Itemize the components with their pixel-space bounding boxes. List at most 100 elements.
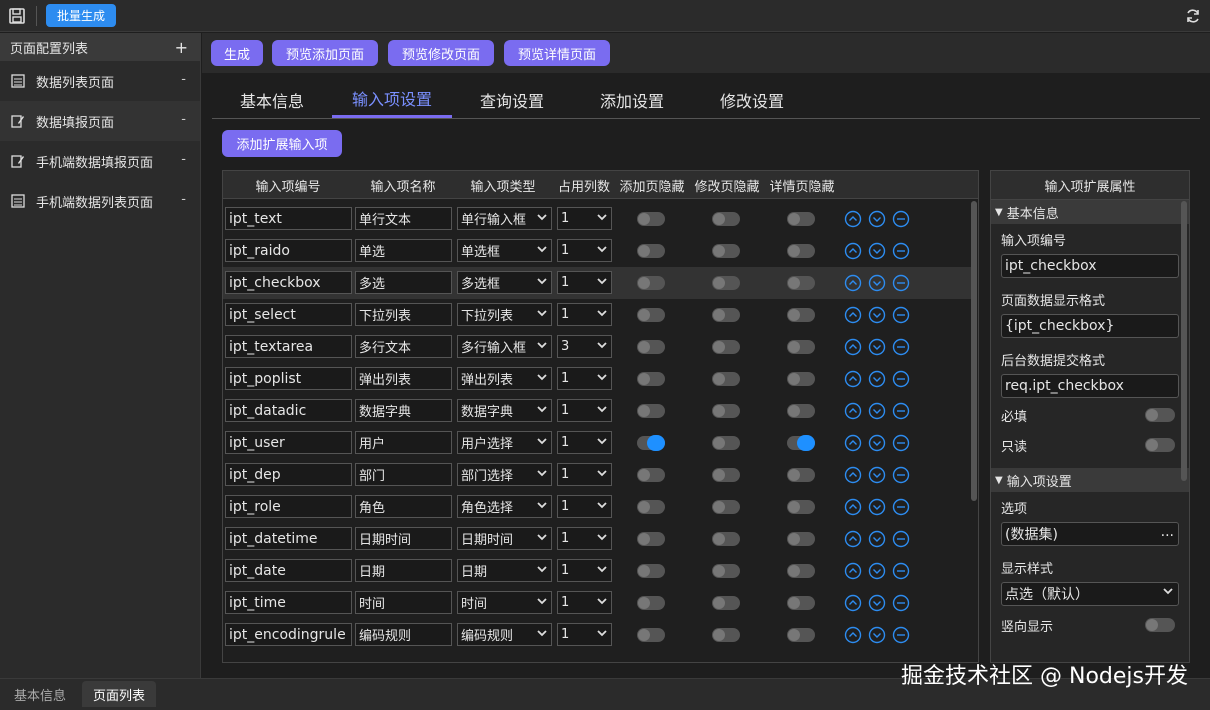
input-code-field[interactable]: ipt_text: [225, 207, 352, 230]
display-style-select[interactable]: 点选（默认）: [1001, 582, 1179, 606]
column-span-select[interactable]: 1: [557, 239, 612, 262]
move-up-icon[interactable]: [844, 338, 862, 356]
move-down-icon[interactable]: [868, 562, 886, 580]
hide-on-detail-toggle[interactable]: [787, 276, 815, 290]
hide-on-edit-toggle[interactable]: [712, 276, 740, 290]
remove-row-icon[interactable]: [892, 402, 910, 420]
move-down-icon[interactable]: [868, 338, 886, 356]
options-input[interactable]: (数据集)...: [1001, 522, 1179, 546]
input-code-field[interactable]: ipt_user: [225, 431, 352, 454]
hide-on-add-toggle[interactable]: [637, 564, 665, 578]
preview-add-button[interactable]: 预览添加页面: [272, 40, 378, 66]
hide-on-detail-toggle[interactable]: [787, 500, 815, 514]
sidebar-item-mobile-fill[interactable]: 手机端数据填报页面 -: [0, 141, 200, 181]
hide-on-detail-toggle[interactable]: [787, 404, 815, 418]
move-down-icon[interactable]: [868, 210, 886, 228]
remove-row-icon[interactable]: [892, 626, 910, 644]
vertical-toggle[interactable]: [1145, 618, 1175, 632]
hide-on-edit-toggle[interactable]: [712, 468, 740, 482]
hide-on-detail-toggle[interactable]: [787, 468, 815, 482]
bottom-tab-basic-info[interactable]: 基本信息: [2, 681, 78, 707]
hide-on-edit-toggle[interactable]: [712, 372, 740, 386]
preview-detail-button[interactable]: 预览详情页面: [504, 40, 610, 66]
hide-on-edit-toggle[interactable]: [712, 532, 740, 546]
input-code-field[interactable]: ipt_encodingrule: [225, 623, 352, 646]
input-code-field[interactable]: ipt_role: [225, 495, 352, 518]
move-up-icon[interactable]: [844, 530, 862, 548]
move-up-icon[interactable]: [844, 498, 862, 516]
move-down-icon[interactable]: [868, 370, 886, 388]
hide-on-add-toggle[interactable]: [637, 500, 665, 514]
hide-on-add-toggle[interactable]: [637, 276, 665, 290]
input-name-field[interactable]: 单选: [355, 239, 452, 262]
hide-on-add-toggle[interactable]: [637, 628, 665, 642]
hide-on-add-toggle[interactable]: [637, 596, 665, 610]
hide-on-edit-toggle[interactable]: [712, 596, 740, 610]
hide-on-add-toggle[interactable]: [637, 340, 665, 354]
move-up-icon[interactable]: [844, 626, 862, 644]
move-down-icon[interactable]: [868, 274, 886, 292]
move-down-icon[interactable]: [868, 242, 886, 260]
input-type-select[interactable]: 多选框: [457, 271, 552, 294]
input-code-field[interactable]: ipt_textarea: [225, 335, 352, 358]
hide-on-add-toggle[interactable]: [637, 372, 665, 386]
remove-page-button[interactable]: -: [181, 152, 186, 167]
column-span-select[interactable]: 1: [557, 399, 612, 422]
input-code-field[interactable]: ipt_select: [225, 303, 352, 326]
move-down-icon[interactable]: [868, 530, 886, 548]
column-span-select[interactable]: 1: [557, 271, 612, 294]
move-down-icon[interactable]: [868, 434, 886, 452]
input-type-select[interactable]: 数据字典: [457, 399, 552, 422]
input-type-select[interactable]: 多行输入框: [457, 335, 552, 358]
input-name-field[interactable]: 多行文本: [355, 335, 452, 358]
sidebar-item-data-fill[interactable]: 数据填报页面 -: [0, 101, 200, 141]
hide-on-add-toggle[interactable]: [637, 308, 665, 322]
hide-on-detail-toggle[interactable]: [787, 244, 815, 258]
move-down-icon[interactable]: [868, 498, 886, 516]
hide-on-edit-toggle[interactable]: [712, 212, 740, 226]
input-type-select[interactable]: 单选框: [457, 239, 552, 262]
input-code-field[interactable]: ipt_datadic: [225, 399, 352, 422]
remove-row-icon[interactable]: [892, 466, 910, 484]
move-down-icon[interactable]: [868, 594, 886, 612]
move-down-icon[interactable]: [868, 402, 886, 420]
remove-row-icon[interactable]: [892, 562, 910, 580]
input-name-field[interactable]: 数据字典: [355, 399, 452, 422]
remove-row-icon[interactable]: [892, 210, 910, 228]
input-code-field[interactable]: ipt_dep: [225, 463, 352, 486]
input-type-select[interactable]: 弹出列表: [457, 367, 552, 390]
remove-row-icon[interactable]: [892, 434, 910, 452]
tab-basic-info[interactable]: 基本信息: [222, 81, 322, 118]
move-up-icon[interactable]: [844, 402, 862, 420]
input-name-field[interactable]: 多选: [355, 271, 452, 294]
remove-page-button[interactable]: -: [181, 112, 186, 127]
remove-row-icon[interactable]: [892, 274, 910, 292]
remove-page-button[interactable]: -: [181, 192, 186, 207]
hide-on-edit-toggle[interactable]: [712, 500, 740, 514]
hide-on-edit-toggle[interactable]: [712, 404, 740, 418]
hide-on-add-toggle[interactable]: [637, 212, 665, 226]
grid-scrollbar[interactable]: [971, 201, 977, 501]
panel-scrollbar[interactable]: [1181, 201, 1187, 481]
input-type-select[interactable]: 下拉列表: [457, 303, 552, 326]
options-more-button[interactable]: ...: [1161, 524, 1174, 540]
column-span-select[interactable]: 1: [557, 431, 612, 454]
bottom-tab-page-list[interactable]: 页面列表: [82, 681, 156, 707]
input-type-select[interactable]: 用户选择: [457, 431, 552, 454]
submit-format-input[interactable]: req.ipt_checkbox: [1001, 374, 1179, 398]
input-name-field[interactable]: 日期: [355, 559, 452, 582]
input-code-field[interactable]: ipt_checkbox: [225, 271, 352, 294]
move-up-icon[interactable]: [844, 594, 862, 612]
remove-page-button[interactable]: -: [181, 72, 186, 87]
batch-generate-button[interactable]: 批量生成: [46, 4, 116, 27]
input-name-field[interactable]: 单行文本: [355, 207, 452, 230]
move-up-icon[interactable]: [844, 466, 862, 484]
hide-on-edit-toggle[interactable]: [712, 308, 740, 322]
sidebar-item-mobile-list[interactable]: 手机端数据列表页面 -: [0, 181, 200, 221]
hide-on-detail-toggle[interactable]: [787, 435, 815, 451]
column-span-select[interactable]: 1: [557, 303, 612, 326]
column-span-select[interactable]: 1: [557, 591, 612, 614]
move-up-icon[interactable]: [844, 370, 862, 388]
column-span-select[interactable]: 1: [557, 463, 612, 486]
generate-button[interactable]: 生成: [211, 40, 263, 66]
